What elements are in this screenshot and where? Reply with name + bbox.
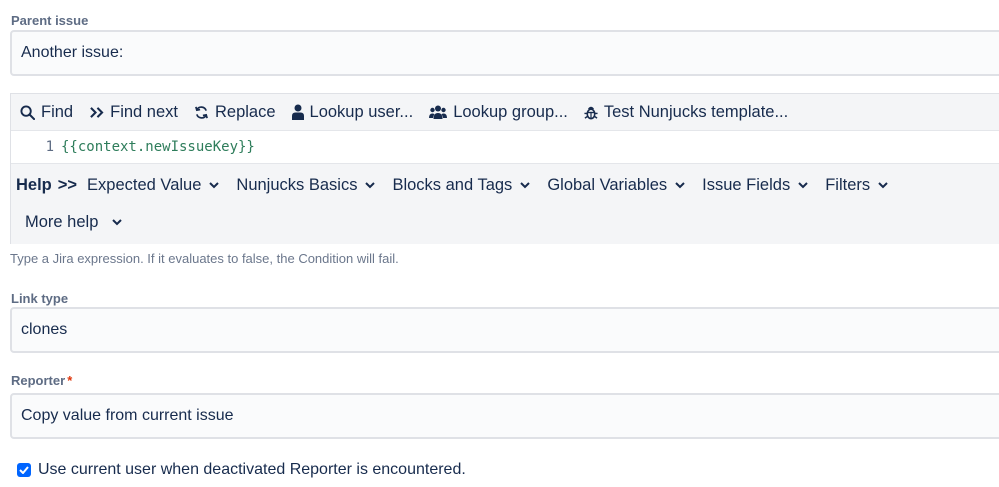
user-icon bbox=[291, 104, 304, 120]
chevron-down-icon bbox=[878, 182, 888, 189]
help-title: Help bbox=[16, 176, 52, 194]
lookup-user-button[interactable]: Lookup user... bbox=[291, 103, 413, 122]
expression-hint: Type a Jira expression. If it evaluates … bbox=[10, 251, 399, 266]
replace-button[interactable]: Replace bbox=[194, 103, 276, 122]
parent-issue-label: Parent issue bbox=[11, 13, 89, 28]
reporter-value: Copy value from current issue bbox=[21, 407, 234, 424]
line-number: 1 bbox=[45, 139, 54, 155]
help-arrow: >> bbox=[57, 176, 78, 194]
deactivated-reporter-checkbox[interactable] bbox=[17, 463, 31, 477]
bug-icon bbox=[584, 106, 598, 119]
checkmark-icon bbox=[19, 466, 29, 474]
users-icon bbox=[429, 105, 448, 119]
help-nunjucks-basics[interactable]: Nunjucks Basics bbox=[236, 176, 376, 195]
parent-issue-value: Another issue: bbox=[21, 44, 124, 61]
chevron-down-icon bbox=[675, 182, 685, 189]
reporter-select[interactable]: Copy value from current issue bbox=[10, 393, 999, 439]
search-icon bbox=[20, 104, 35, 120]
help-blocks-and-tags[interactable]: Blocks and Tags bbox=[392, 176, 531, 195]
chevron-down-icon bbox=[209, 182, 220, 189]
help-filters[interactable]: Filters bbox=[825, 176, 888, 195]
editor-toolbar: Find Find next Replace Lookup user... Lo… bbox=[11, 94, 999, 131]
double-chevron-right-icon bbox=[90, 106, 104, 118]
help-bar: Help >> Expected Value Nunjucks Basics B… bbox=[11, 163, 999, 244]
reporter-label: Reporter * bbox=[11, 373, 73, 388]
find-next-button[interactable]: Find next bbox=[89, 103, 178, 122]
deactivated-reporter-label[interactable]: Use current user when deactivated Report… bbox=[38, 461, 466, 479]
parent-issue-field[interactable]: Another issue: bbox=[10, 30, 999, 76]
code-line[interactable]: {{context.newIssueKey}} bbox=[61, 139, 255, 155]
chevron-down-icon bbox=[112, 219, 123, 226]
required-mark: * bbox=[67, 373, 73, 388]
link-type-value: clones bbox=[21, 321, 68, 338]
help-issue-fields[interactable]: Issue Fields bbox=[702, 176, 808, 195]
link-type-select[interactable]: clones bbox=[10, 307, 999, 353]
sync-icon bbox=[195, 105, 208, 119]
help-expected-value[interactable]: Expected Value bbox=[87, 176, 220, 195]
chevron-down-icon bbox=[520, 182, 531, 189]
link-type-label: Link type bbox=[11, 291, 69, 306]
code-editor[interactable]: 1 {{context.newIssueKey}} bbox=[11, 131, 999, 163]
chevron-down-icon bbox=[365, 182, 376, 189]
help-more[interactable]: More help bbox=[25, 213, 123, 232]
deactivated-reporter-option: Use current user when deactivated Report… bbox=[17, 461, 466, 479]
lookup-group-button[interactable]: Lookup group... bbox=[429, 103, 568, 122]
chevron-down-icon bbox=[798, 182, 808, 189]
expression-editor: Find Find next Replace Lookup user... Lo… bbox=[10, 93, 999, 244]
test-template-button[interactable]: Test Nunjucks template... bbox=[584, 103, 788, 122]
help-global-variables[interactable]: Global Variables bbox=[547, 176, 685, 195]
find-button[interactable]: Find bbox=[20, 103, 73, 122]
